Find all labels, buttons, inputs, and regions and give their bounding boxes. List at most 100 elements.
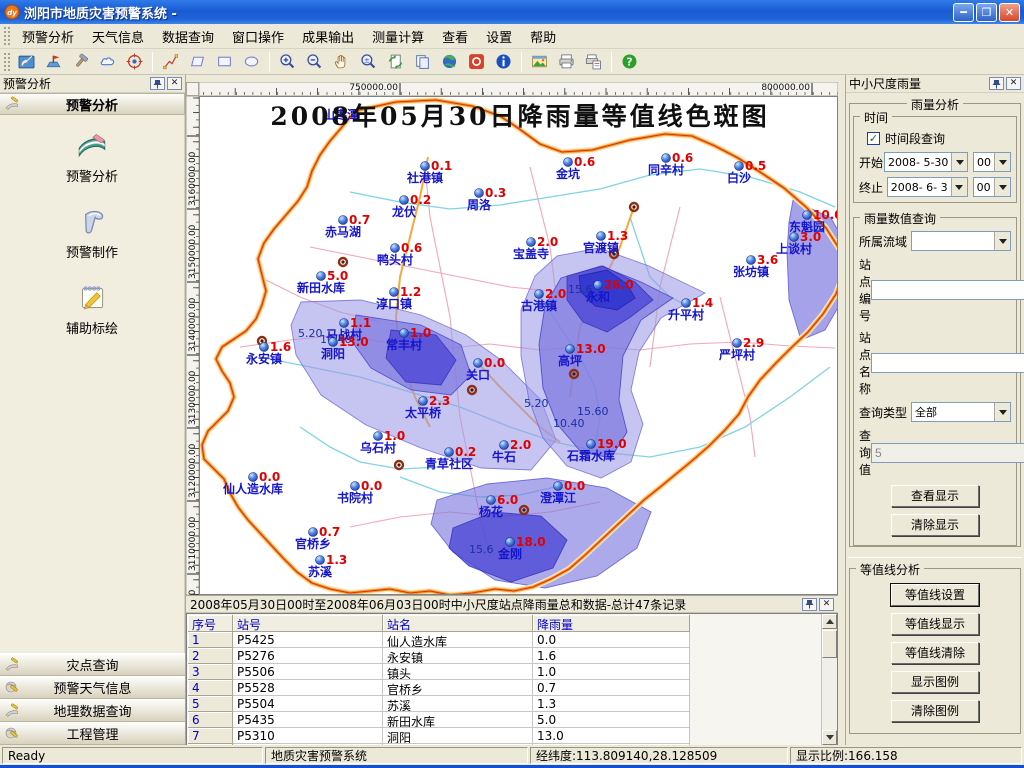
menubar-grip[interactable] [3,26,10,45]
station-dot-icon[interactable] [682,299,691,308]
station-dot-icon[interactable] [587,440,596,449]
cloud-button[interactable] [95,50,120,73]
table-row[interactable]: 3P5506镇头1.0 [188,664,690,680]
rain-station[interactable]: 0.5白沙 [727,159,766,185]
rain-station[interactable]: 0.6鸭头村 [377,241,422,267]
station-dot-icon[interactable] [487,496,496,505]
copy-layers-button[interactable] [410,50,435,73]
station-dot-icon[interactable] [500,441,509,450]
station-dot-icon[interactable] [594,281,603,290]
chevron-down-icon[interactable] [994,153,1010,171]
station-dot-icon[interactable] [339,216,348,225]
sidebar-item-2[interactable]: 辅助标绘 [66,279,118,337]
station-dot-icon[interactable] [535,290,544,299]
rain-station[interactable]: 0.0仙人造水库 [223,470,283,496]
rain-station[interactable]: 0.7官桥乡 [295,525,340,551]
scroll-up-icon[interactable] [822,614,837,629]
station-dot-icon[interactable] [329,338,338,347]
end-date-select[interactable]: 2008- 6- 3 [887,177,968,197]
rain-station[interactable]: 0.3周洛 [467,186,506,212]
table-row[interactable]: 4P5528官桥乡0.7 [188,680,690,696]
flag-map-button[interactable] [41,50,66,73]
sidebar-item-1[interactable]: 预警制作 [66,203,118,261]
toolbar-grip[interactable] [3,52,10,72]
station-dot-icon[interactable] [747,256,756,265]
station-no-input[interactable] [871,280,1024,300]
station-dot-icon[interactable] [419,397,428,406]
end-hour-select[interactable]: 00 [973,177,1011,197]
station-dot-icon[interactable] [260,343,269,352]
rain-station[interactable]: 0.0书院村 [337,479,382,505]
rectangle-button[interactable] [212,50,237,73]
basin-select[interactable] [911,231,1011,251]
station-dot-icon[interactable] [309,528,318,537]
station-dot-icon[interactable] [340,319,349,328]
sidebar-group-2[interactable]: 地理数据查询 [0,699,185,722]
sidebar-group-3[interactable]: 工程管理 [0,722,185,745]
station-dot-icon[interactable] [316,556,325,565]
left-panel-group-header[interactable]: 预警分析 [0,93,185,115]
map-canvas[interactable]: 5.2010.4015.65.2015.6010.4015.6山枣潭0.1社港镇… [199,96,838,595]
minimize-button[interactable]: ━ [953,3,974,22]
chevron-down-icon[interactable] [994,403,1010,421]
rain-station[interactable]: 1.3苏溪 [308,553,347,579]
refresh-page-button[interactable] [383,50,408,73]
satellite-map-button[interactable] [14,50,39,73]
menu-item-7[interactable]: 设置 [477,24,521,49]
station-dot-icon[interactable] [566,345,575,354]
station-dot-icon[interactable] [400,329,409,338]
station-dot-icon[interactable] [249,473,258,482]
rain-station[interactable]: 1.0乌石村 [360,429,405,455]
station-dot-icon[interactable] [474,359,483,368]
polyline-button[interactable] [158,50,183,73]
station-dot-icon[interactable] [317,272,326,281]
panel-splitter[interactable] [838,75,845,745]
station-dot-icon[interactable] [475,189,484,198]
sidebar-group-0[interactable]: 灾点查询 [0,653,185,676]
table-row[interactable]: 2P5276永安镇1.6 [188,648,690,664]
rain-station[interactable]: 2.9严坪村 [718,336,764,362]
rain-station[interactable]: 5.0新田水库 [297,269,348,295]
station-dot-icon[interactable] [527,238,536,247]
time-range-checkbox[interactable]: ✓ [867,132,880,145]
menu-item-2[interactable]: 数据查询 [153,24,223,49]
close-button[interactable]: ✕ [999,3,1020,22]
start-date-select[interactable]: 2008- 5-30 [884,152,968,172]
menu-item-3[interactable]: 窗口操作 [223,24,293,49]
station-name-input[interactable] [871,353,1024,373]
table-row[interactable]: 5P5504苏溪1.3 [188,696,690,712]
contour-button-0[interactable]: 等值线设置 [891,584,979,606]
chevron-down-icon[interactable] [994,178,1010,196]
contour-button-2[interactable]: 等值线清除 [891,642,979,664]
record-red-button[interactable] [464,50,489,73]
pin-icon[interactable] [150,77,165,90]
target-button[interactable] [122,50,147,73]
contour-button-4[interactable]: 清除图例 [891,700,979,722]
zoom-in-button[interactable] [275,50,300,73]
menu-item-6[interactable]: 查看 [433,24,477,49]
query-type-select[interactable]: 全部 [911,402,1011,422]
table-row[interactable]: 6P5435新田水库5.0 [188,712,690,728]
chevron-down-icon[interactable] [951,153,967,171]
station-dot-icon[interactable] [735,162,744,171]
station-dot-icon[interactable] [400,196,409,205]
scroll-down-icon[interactable] [822,730,837,745]
rain-station[interactable]: 0.6金坑 [555,155,595,181]
rain-station[interactable]: 0.2龙伏 [392,193,431,219]
station-dot-icon[interactable] [733,339,742,348]
chevron-down-icon[interactable] [994,232,1010,250]
station-dot-icon[interactable] [803,211,812,220]
table-scrollbar[interactable] [821,614,837,745]
clear-display-button[interactable]: 清除显示 [891,514,979,536]
station-dot-icon[interactable] [662,154,671,163]
close-icon[interactable]: ✕ [1006,77,1021,90]
sidebar-item-0[interactable]: 预警分析 [66,127,118,185]
scrollbar-thumb[interactable] [822,630,837,658]
rain-station[interactable]: 0.1社港镇 [406,159,452,185]
close-icon[interactable]: ✕ [167,77,182,90]
zoom-out-button[interactable] [302,50,327,73]
station-dot-icon[interactable] [564,158,573,167]
globe-button[interactable] [437,50,462,73]
rain-station[interactable]: 0.7赤马湖 [325,213,370,239]
pin-icon[interactable] [989,77,1004,90]
